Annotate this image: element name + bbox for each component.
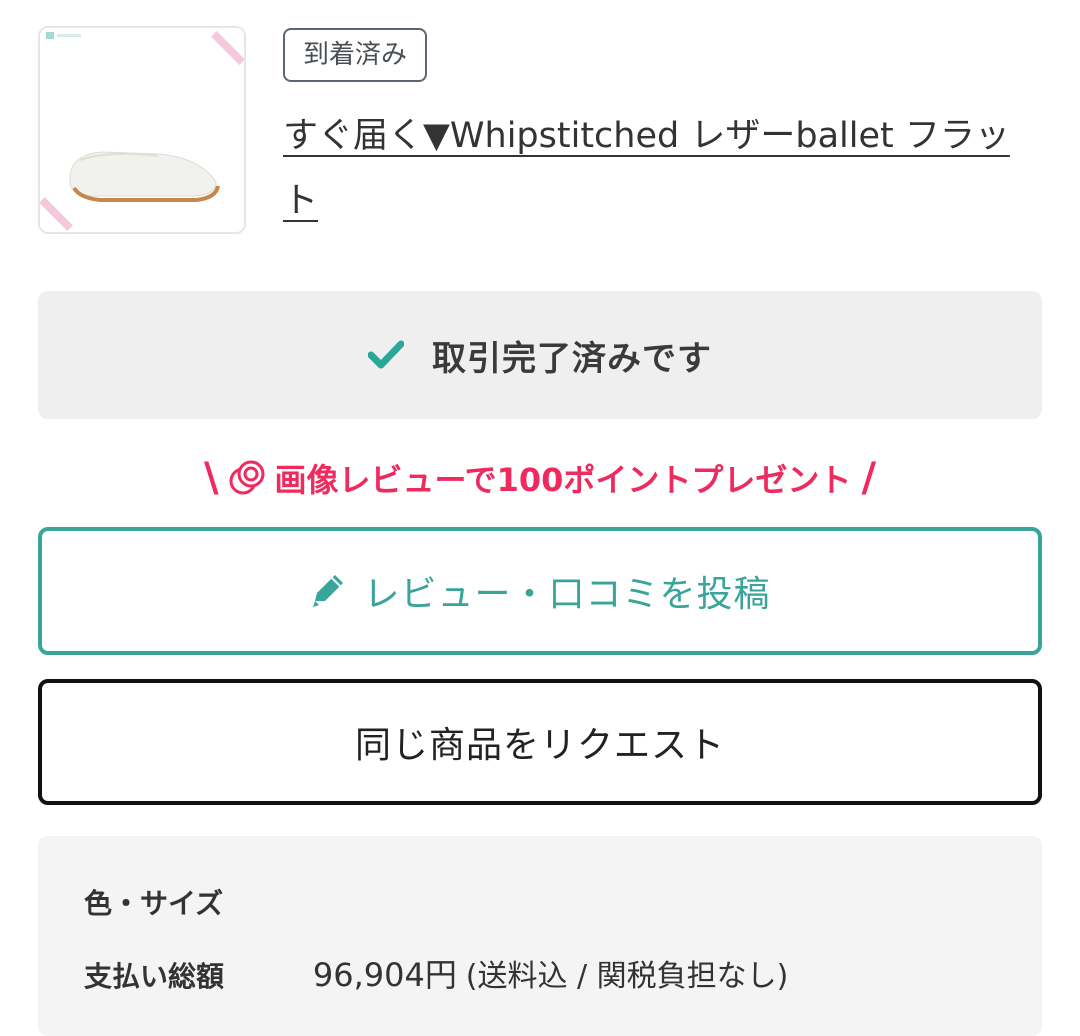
order-details-panel: 色・サイズ 支払い総額 96,904円 (送料込 / 関税負担なし) [38, 836, 1042, 1036]
total-note: (送料込 / 関税負担なし) [465, 959, 789, 994]
pencil-icon [313, 575, 344, 607]
total-label: 支払い総額 [84, 960, 225, 993]
promo-left-mark: \ [203, 455, 219, 501]
color-size-label: 色・サイズ [84, 887, 224, 920]
transaction-complete-banner: 取引完了済みです [38, 291, 1042, 419]
product-title-link[interactable]: すぐ届く▼Whipstitched レザーballet フラット [283, 104, 1043, 234]
check-icon [368, 340, 404, 369]
product-thumbnail[interactable] [38, 26, 246, 234]
shoe-image [40, 28, 244, 232]
promo-right-mark: / [861, 455, 877, 501]
promo-text: 画像レビューで100ポイントプレゼント [274, 461, 852, 499]
transaction-complete-label: 取引完了済みです [432, 338, 712, 379]
detail-row-total: 支払い総額 96,904円 (送料込 / 関税負担なし) [84, 950, 788, 996]
request-same-item-label: 同じ商品をリクエスト [354, 725, 725, 766]
post-review-label: レビュー・口コミを投稿 [363, 574, 771, 615]
order-product: 到着済み すぐ届く▼Whipstitched レザーballet フラット [38, 26, 1042, 234]
detail-row-color-size: 色・サイズ [84, 882, 304, 922]
status-badge: 到着済み [283, 28, 428, 82]
total-value: 96,904円 [312, 956, 457, 994]
post-review-button[interactable]: レビュー・口コミを投稿 [38, 527, 1042, 655]
coin-stack-icon [229, 460, 265, 495]
request-same-item-button[interactable]: 同じ商品をリクエスト [38, 679, 1042, 805]
review-promo-banner: \ 画像レビューで100ポイントプレゼント / [38, 450, 1042, 506]
